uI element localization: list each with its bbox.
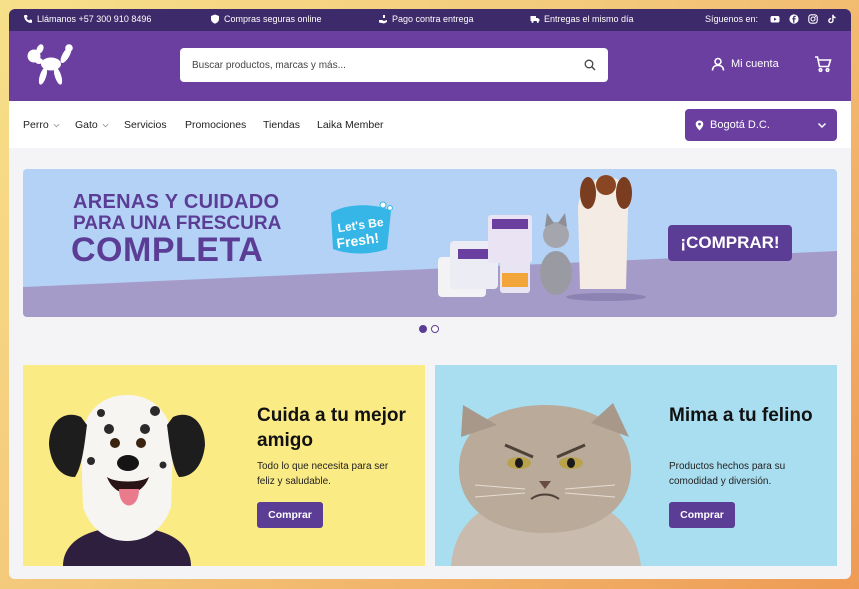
cat-shop-button[interactable]: Comprar (669, 502, 735, 528)
banner-buy-button[interactable]: ¡COMPRAR! (668, 225, 792, 261)
dog-shop-button[interactable]: Comprar (257, 502, 323, 528)
secure-text: Compras seguras online (224, 14, 322, 24)
dog-promo-card[interactable]: Cuida a tu mejor amigo Todo lo que neces… (23, 365, 425, 566)
hero-banner[interactable]: ARENAS Y CUIDADO PARA UNA FRESCURA COMPL… (23, 169, 837, 317)
truck-icon (530, 16, 540, 23)
cart-button[interactable] (814, 55, 832, 78)
carousel-dot-1[interactable] (419, 325, 427, 333)
product-pets-illustration (438, 175, 646, 301)
category-nav: Perro Gato Servicios Promociones Tiendas… (9, 101, 851, 148)
card-title: Cuida a tu mejor amigo (257, 405, 406, 451)
main-header: Buscar productos, marcas y más... Mi cue… (9, 31, 851, 101)
nav-label: Promociones (185, 119, 247, 131)
phone-text: Llámanos +57 300 910 8496 (37, 14, 152, 24)
nav-item-tiendas[interactable]: Tiendas (263, 119, 300, 131)
city-label: Bogotá D.C. (710, 119, 770, 131)
nav-label: Gato (75, 119, 98, 131)
nav-label: Laika Member (317, 119, 384, 131)
search-icon[interactable] (584, 59, 596, 71)
dalmatian-image (49, 395, 205, 566)
cat-promo-card[interactable]: Mima a tu felino Productos hechos para s… (435, 365, 837, 566)
persian-cat-image (451, 403, 641, 566)
nav-label: Perro (23, 119, 49, 131)
delivery-text: Entregas el mismo día (544, 14, 634, 24)
chevron-down-icon (102, 123, 109, 127)
location-pin-icon (695, 120, 704, 130)
shield-icon (211, 14, 219, 24)
search-input[interactable]: Buscar productos, marcas y más... (180, 48, 608, 82)
banner-headline-1: ARENAS Y CUIDADO (73, 191, 280, 213)
instagram-icon[interactable] (808, 14, 818, 24)
cart-icon (815, 56, 832, 73)
top-info-bar: Llámanos +57 300 910 8496 Compras segura… (9, 9, 851, 31)
cod-text: Pago contra entrega (392, 14, 474, 24)
phone-icon (24, 15, 32, 23)
account-link[interactable]: Mi cuenta (711, 57, 779, 71)
card-description: Todo lo que necesita para ser feliz y sa… (257, 461, 389, 487)
nav-item-servicios[interactable]: Servicios (124, 119, 167, 131)
follow-label: Síguenos en: (704, 14, 758, 24)
carousel-dot-2[interactable] (431, 325, 439, 333)
youtube-icon[interactable] (770, 14, 780, 24)
nav-item-perro[interactable]: Perro (23, 119, 60, 131)
city-selector[interactable]: Bogotá D.C. (685, 109, 837, 141)
nav-item-promociones[interactable]: Promociones (185, 119, 246, 131)
delivery-info: Entregas el mismo día (530, 14, 634, 24)
social-links: Síguenos en: (705, 14, 837, 24)
secure-info: Compras seguras online (210, 14, 322, 24)
hand-money-icon (379, 15, 387, 24)
tiktok-icon[interactable] (827, 14, 837, 24)
search-placeholder: Buscar productos, marcas y más... (192, 59, 346, 71)
nav-label: Tiendas (263, 119, 300, 131)
carousel-dots (419, 325, 439, 333)
laika-logo[interactable] (25, 44, 75, 88)
lets-be-fresh-logo: Let's Be Fresh! (331, 201, 393, 254)
user-icon (711, 57, 725, 71)
browser-window: Llámanos +57 300 910 8496 Compras segura… (9, 9, 851, 579)
phone-info[interactable]: Llámanos +57 300 910 8496 (23, 14, 151, 24)
card-description: Productos hechos para su comodidad y div… (669, 461, 786, 487)
nav-item-laika-member[interactable]: Laika Member (317, 119, 384, 131)
facebook-icon[interactable] (789, 14, 799, 24)
cod-info: Pago contra entrega (378, 14, 474, 24)
banner-headline-3: COMPLETA (71, 231, 264, 269)
nav-item-gato[interactable]: Gato (75, 119, 109, 131)
nav-label: Servicios (124, 119, 167, 131)
chevron-down-icon (817, 122, 827, 129)
chevron-down-icon (53, 123, 60, 127)
card-title: Mima a tu felino (669, 405, 813, 426)
account-label: Mi cuenta (731, 58, 779, 70)
